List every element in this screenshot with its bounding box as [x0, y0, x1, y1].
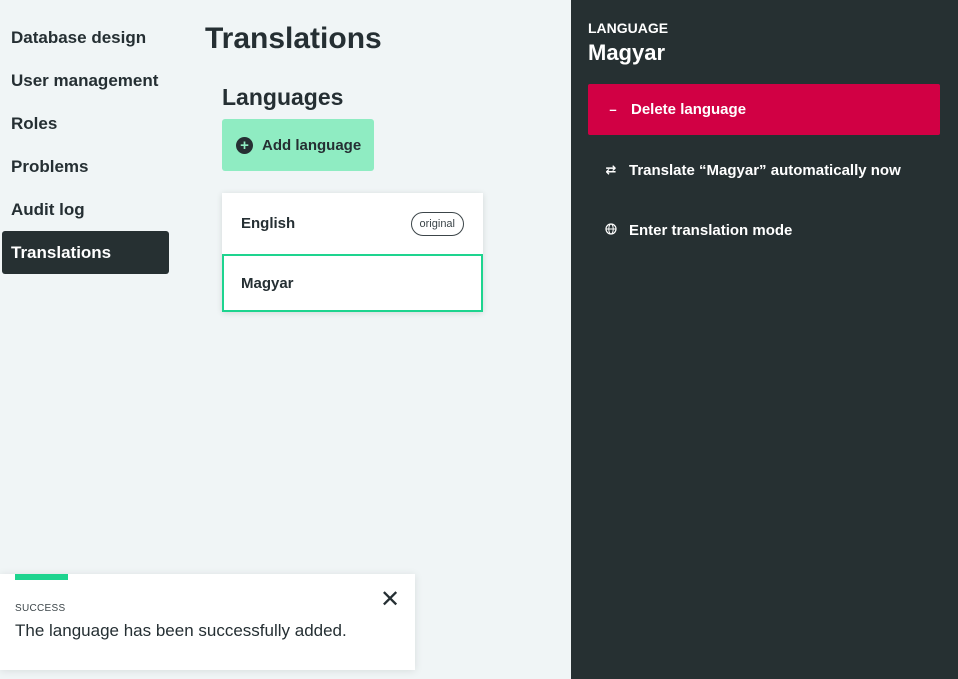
toast-message: The language has been successfully added…	[15, 621, 347, 640]
sidebar-item-translations[interactable]: Translations	[2, 231, 169, 274]
panel-title: Magyar	[588, 40, 666, 65]
language-list: English original Magyar	[222, 193, 483, 312]
language-item-magyar[interactable]: Magyar	[222, 254, 483, 312]
sidebar-item-audit-log[interactable]: Audit log	[2, 188, 169, 231]
sidebar-item-roles[interactable]: Roles	[2, 102, 169, 145]
section-title-languages: Languages	[222, 84, 344, 110]
panel-kicker: LANGUAGE	[588, 20, 669, 36]
sidebar-item-user-management[interactable]: User management	[2, 59, 169, 102]
delete-language-button[interactable]: – Delete language	[588, 84, 940, 135]
add-language-button[interactable]: + Add language	[222, 119, 374, 171]
success-toast: SUCCESS The language has been successful…	[0, 574, 415, 670]
language-item-english[interactable]: English original	[222, 193, 483, 254]
enter-translation-mode-button[interactable]: Enter translation mode	[588, 210, 940, 250]
enter-translation-mode-label: Enter translation mode	[629, 221, 793, 239]
globe-icon	[605, 222, 617, 238]
language-detail-panel: LANGUAGE Magyar – Delete language ⇄ Tran…	[571, 0, 958, 679]
language-name: Magyar	[241, 274, 294, 292]
minus-icon: –	[609, 102, 617, 117]
delete-language-label: Delete language	[631, 101, 747, 118]
plus-circle-icon: +	[236, 136, 253, 154]
page-title: Translations	[205, 22, 382, 55]
sidebar-item-database-design[interactable]: Database design	[2, 16, 169, 59]
add-language-label: Add language	[262, 136, 362, 154]
original-badge: original	[410, 211, 464, 236]
toast-accent-bar	[15, 574, 68, 580]
language-name: English	[241, 215, 296, 232]
toast-kind: SUCCESS	[15, 603, 66, 614]
sidebar-nav: Database design User management Roles Pr…	[2, 16, 169, 274]
translate-automatically-button[interactable]: ⇄ Translate “Magyar” automatically now	[588, 150, 940, 190]
sidebar-item-problems[interactable]: Problems	[2, 145, 169, 188]
close-icon[interactable]: ✕	[380, 588, 400, 612]
translate-automatically-label: Translate “Magyar” automatically now	[629, 161, 901, 179]
swap-arrows-icon: ⇄	[605, 162, 617, 177]
